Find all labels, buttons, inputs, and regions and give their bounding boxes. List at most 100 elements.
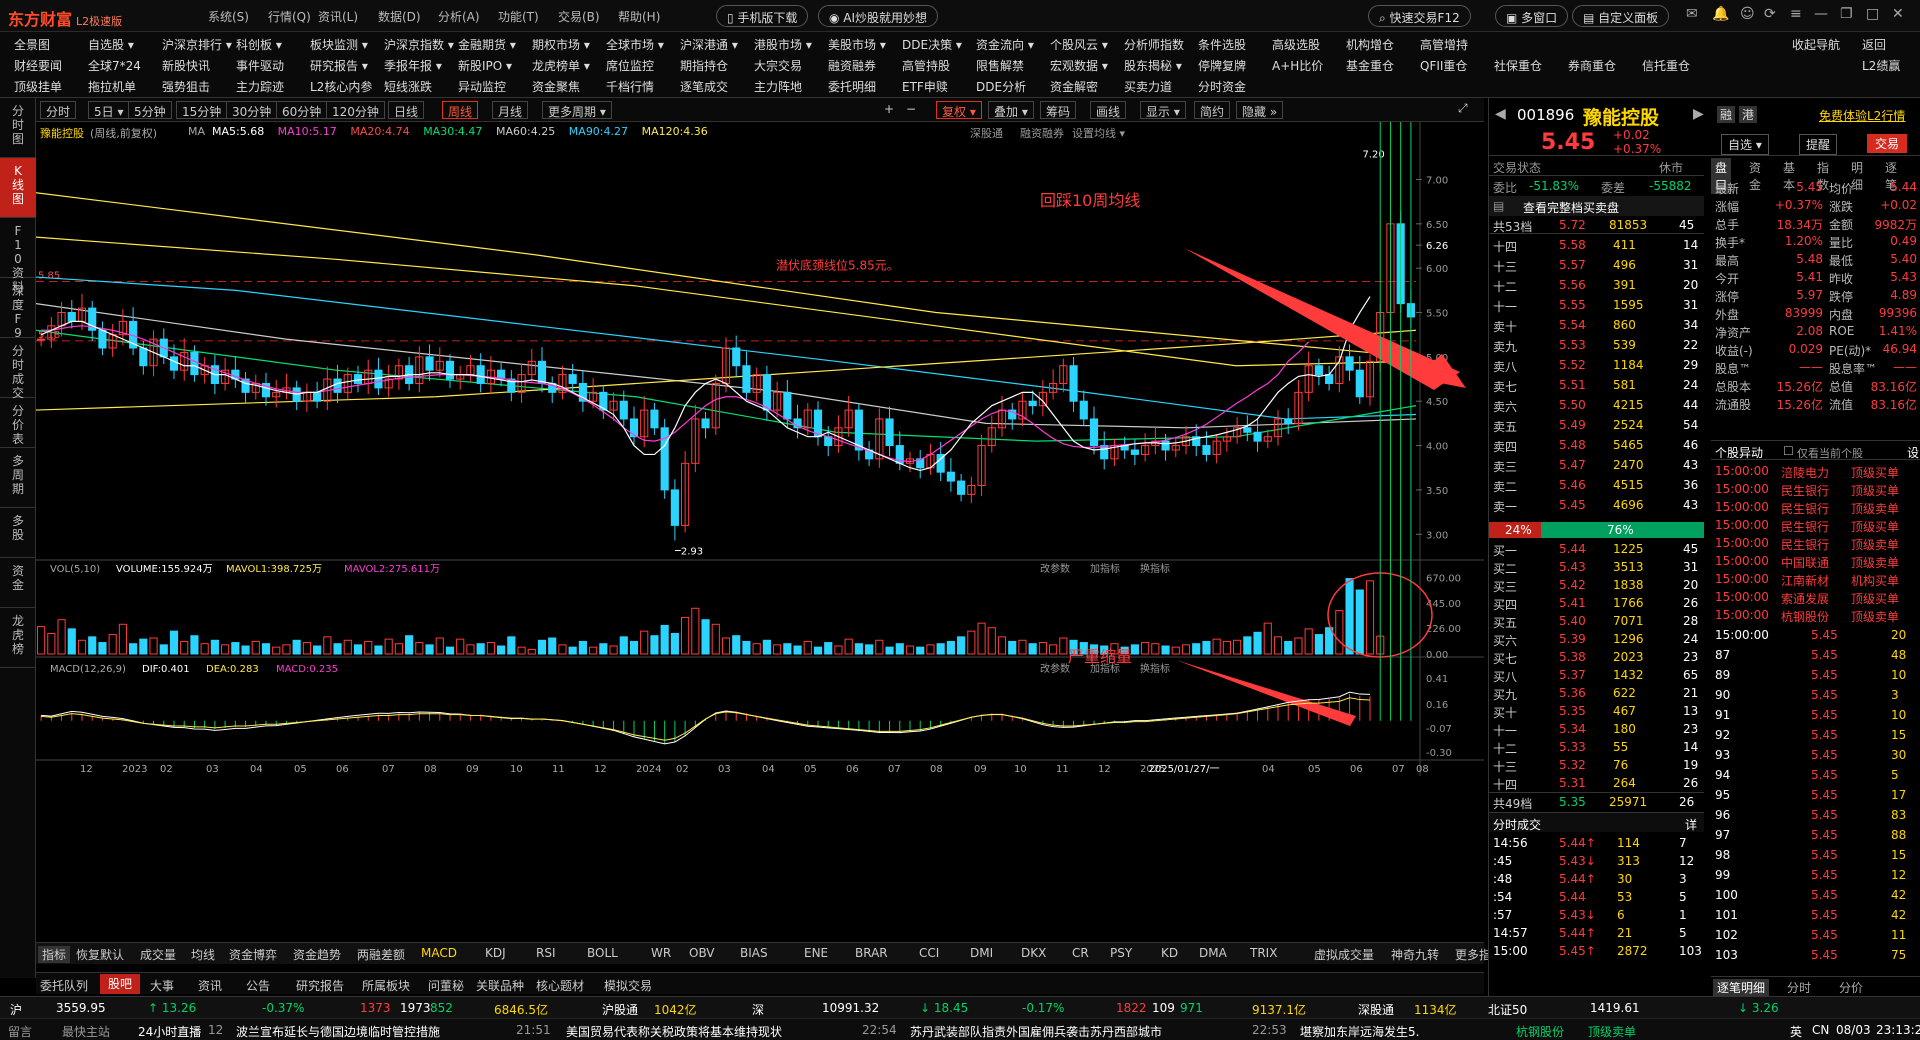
volume-bar[interactable] [221, 644, 230, 655]
candle-body[interactable] [1069, 365, 1078, 402]
nav-item[interactable]: 委托明细 [828, 78, 876, 95]
indicator-tab[interactable]: 资金博弈 [229, 946, 277, 963]
nav-item[interactable]: 返回 [1862, 36, 1886, 53]
candle-body[interactable] [425, 356, 434, 371]
indicator-tab[interactable]: ENE [804, 946, 828, 960]
volume-bar[interactable] [537, 639, 547, 655]
nav-item[interactable]: 资金流向 ▾ [976, 36, 1034, 53]
news-1[interactable]: 波兰宣布延长与德国边境临时管控措施 [236, 1023, 440, 1040]
nav-item[interactable]: 沪深京指数 ▾ [384, 36, 454, 53]
nav-item[interactable]: 期权市场 ▾ [532, 36, 590, 53]
volume-bar[interactable] [844, 638, 853, 655]
news-tab[interactable]: 关联品种 [476, 977, 524, 994]
nav-item[interactable]: 高管增持 [1420, 36, 1468, 53]
volume-bar[interactable] [670, 632, 679, 655]
volume-bar[interactable] [292, 639, 301, 655]
nav-item[interactable]: 美股市场 ▾ [828, 36, 886, 53]
left-tab[interactable]: F10资料 [0, 218, 36, 294]
volume-bar[interactable] [1202, 640, 1211, 655]
candle-body[interactable] [1284, 418, 1293, 424]
live-label[interactable]: 24小时直播 [138, 1023, 201, 1040]
nav-item[interactable]: 逐笔成交 [680, 78, 728, 95]
period-tab[interactable]: 30分钟 [226, 101, 278, 119]
minus-icon[interactable]: − [906, 102, 916, 116]
hk-badge[interactable]: 港 [1739, 106, 1758, 123]
volume-bar[interactable] [629, 640, 639, 655]
volume-bar[interactable] [527, 648, 536, 655]
nav-item[interactable]: 个股风云 ▾ [1050, 36, 1108, 53]
volume-bar[interactable] [895, 643, 904, 655]
volume-bar[interactable] [1171, 646, 1180, 655]
nav-item[interactable]: 自选股 ▾ [88, 36, 134, 53]
volume-bar[interactable] [1038, 642, 1047, 655]
volume-bar[interactable] [374, 645, 383, 655]
volume-bar[interactable] [1233, 639, 1242, 655]
nav-item[interactable]: 停牌复牌 [1198, 57, 1246, 74]
ai-button[interactable]: ◉ AI炒股就用妙想 [818, 5, 939, 27]
fastest-server[interactable]: 最快主站 [62, 1023, 110, 1040]
volume-bar[interactable] [445, 646, 455, 655]
volume-bar[interactable] [1304, 628, 1313, 655]
free-l2-link[interactable]: 免费体验L2行情 [1819, 107, 1905, 124]
notification-icon[interactable]: ✉ [1686, 6, 1698, 22]
menu-icon[interactable]: ≡ [1790, 6, 1802, 22]
nav-item[interactable]: 异动监控 [458, 78, 506, 95]
indicator-tab[interactable]: RSI [536, 946, 556, 960]
alerts-only-current[interactable]: 仅看当前个股 [1797, 445, 1863, 461]
volume-bar[interactable] [302, 642, 311, 655]
menu-item[interactable]: 资讯(L) [318, 8, 358, 25]
nav-item[interactable]: 资金解密 [1050, 78, 1098, 95]
volume-bar[interactable] [957, 636, 966, 655]
volume-bar[interactable] [1028, 643, 1037, 655]
candle-body[interactable] [1345, 356, 1354, 371]
nav-item[interactable]: 事件驱动 [236, 57, 284, 74]
nav-item[interactable]: 融资融券 [828, 57, 876, 74]
kline-svg[interactable]: 7.006.506.266.005.505.004.504.003.503.00… [36, 122, 1484, 942]
period-tab[interactable]: 60分钟 [276, 101, 328, 119]
nav-item[interactable]: 强势狙击 [162, 78, 210, 95]
alert-row[interactable]: 15:00:00 民生银行 顶级卖单 [1711, 498, 1920, 516]
next-stock-icon[interactable]: ▶ [1693, 106, 1704, 122]
volume-bar[interactable] [558, 644, 567, 655]
volume-bar[interactable] [926, 644, 935, 655]
volume-bar[interactable] [425, 644, 434, 655]
indicator-tab[interactable]: BIAS [740, 946, 768, 960]
menu-item[interactable]: 功能(T) [498, 8, 539, 25]
trade-button[interactable]: 交易 [1867, 134, 1908, 153]
volume-bar[interactable] [129, 643, 138, 655]
indicator-tab[interactable]: KD [1161, 946, 1178, 960]
alert-row[interactable]: 15:00:00 民生银行 顶级买单 [1711, 480, 1920, 498]
nav-item[interactable]: 收起导航 [1792, 36, 1840, 53]
nav-item[interactable]: 龙虎榜单 ▾ [532, 57, 590, 74]
nav-item[interactable]: 科创板 ▾ [236, 36, 282, 53]
menu-item[interactable]: 数据(D) [378, 8, 421, 25]
news-3[interactable]: 苏丹武装部队指责外国雇佣兵袭击苏丹西部城市 [910, 1023, 1162, 1040]
candle-body[interactable] [313, 391, 322, 402]
candle-body[interactable] [885, 418, 894, 447]
news-tab[interactable]: 公告 [246, 977, 270, 994]
volume-bar[interactable] [200, 643, 209, 655]
indicator-tab[interactable]: OBV [689, 946, 715, 960]
volume-bar[interactable] [701, 619, 710, 655]
volume-bar[interactable] [180, 640, 189, 655]
indicator-tab[interactable]: CR [1072, 946, 1089, 960]
nav-item[interactable]: 季报年报 ▾ [384, 57, 442, 74]
left-tab[interactable]: 分时成交 [0, 338, 36, 400]
candle-body[interactable] [139, 347, 148, 367]
nav-item[interactable]: A+H比价 [1272, 57, 1323, 74]
volume-bar[interactable] [313, 645, 322, 655]
candle-body[interactable] [1028, 400, 1037, 407]
volume-bar[interactable] [1151, 643, 1160, 655]
volume-bar[interactable] [721, 637, 731, 655]
news-tab[interactable]: 问董秘 [428, 977, 464, 994]
left-tab[interactable]: K线图 [0, 158, 36, 218]
refresh-icon[interactable]: ⟳ [1764, 6, 1776, 22]
candle-body[interactable] [537, 360, 547, 384]
candle-body[interactable] [701, 418, 710, 429]
volume-bar[interactable] [67, 628, 76, 655]
nav-item[interactable]: 大宗交易 [754, 57, 802, 74]
volume-bar[interactable] [231, 642, 240, 655]
nav-item[interactable]: 金融期货 ▾ [458, 36, 516, 53]
volume-bar[interactable] [875, 639, 884, 655]
news-tab[interactable]: 委托队列 [40, 977, 88, 994]
